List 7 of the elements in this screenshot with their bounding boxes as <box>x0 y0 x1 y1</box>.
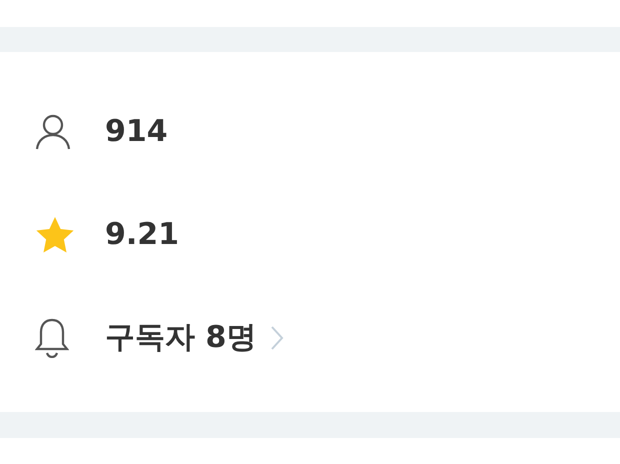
star-icon <box>35 216 75 254</box>
bell-icon <box>35 318 69 358</box>
stat-text[interactable]: 구독자 8명 <box>105 315 256 360</box>
chevron-icon[interactable] <box>270 324 284 350</box>
user-icon <box>35 112 71 150</box>
stat-text: 9.21 <box>105 216 180 254</box>
stat-text: 914 <box>105 113 168 151</box>
